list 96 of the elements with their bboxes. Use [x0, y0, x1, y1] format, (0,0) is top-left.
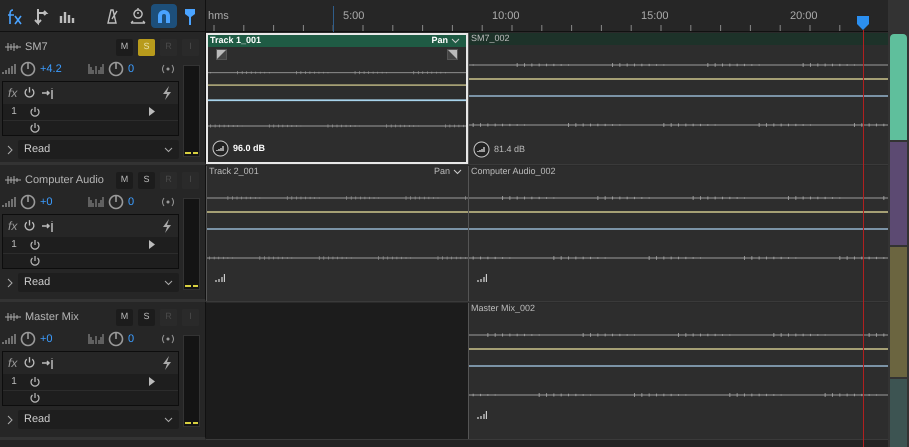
audio-clip[interactable]: Computer Audio_002 [468, 166, 888, 301]
fade-in-icon[interactable] [216, 49, 227, 60]
power-icon[interactable] [29, 106, 41, 118]
expand-chevron-icon[interactable] [6, 144, 14, 154]
knob-icon[interactable] [108, 194, 124, 210]
power-icon[interactable] [29, 122, 41, 134]
automation-dropdown[interactable]: Read [18, 410, 179, 429]
effect-slot[interactable]: 1 [3, 236, 178, 254]
clip-name: Computer Audio_002 [471, 165, 556, 178]
lightning-icon[interactable] [161, 218, 173, 233]
pan-icon [88, 64, 104, 74]
knob-icon[interactable] [20, 331, 36, 347]
power-icon[interactable] [29, 255, 41, 268]
track-name[interactable]: SM7 [25, 38, 116, 56]
time-label: 15:00 [641, 9, 669, 24]
playhead-marker-icon[interactable] [857, 16, 869, 30]
broadcast-icon [160, 197, 176, 207]
fx-label: fx [8, 354, 18, 372]
track-toggle-button[interactable]: M [116, 172, 133, 188]
gain-value[interactable]: 96.0 dB [233, 142, 266, 156]
lightning-icon[interactable] [161, 356, 173, 370]
track-toggle-button[interactable]: S [138, 308, 155, 326]
clip-name: SM7_002 [471, 32, 510, 46]
volume-value[interactable]: +0 [40, 194, 84, 210]
power-icon[interactable] [23, 86, 36, 100]
audio-clip[interactable]: Track 1_001 Pan 96.0 dB [206, 33, 468, 164]
track-toggle-button[interactable]: M [116, 308, 133, 326]
pan-icon [88, 334, 104, 344]
pan-value[interactable]: 0 [128, 194, 156, 210]
time-label: 20:00 [790, 9, 818, 24]
chevron-down-icon [164, 416, 173, 422]
knob-icon[interactable] [20, 61, 36, 77]
snap-tool-icon[interactable] [151, 4, 177, 28]
slot-number: 1 [10, 105, 18, 120]
audio-clip[interactable]: Master Mix_002 [468, 303, 888, 439]
pan-value[interactable]: 0 [128, 330, 156, 348]
fade-out-icon[interactable] [447, 49, 458, 60]
gain-value[interactable]: 81.4 dB [494, 142, 526, 156]
audio-clip[interactable]: Track 2_001 Pan [206, 166, 468, 301]
ruler-unit: hms [208, 9, 229, 24]
broadcast-icon [160, 334, 176, 344]
gain-icon[interactable] [477, 411, 487, 419]
fx-label: fx [8, 84, 18, 102]
chevron-down-icon [164, 146, 173, 152]
slot-number: 1 [10, 238, 18, 252]
chevron-down-icon [164, 280, 173, 286]
waveform-icon [5, 175, 21, 185]
clip-name: Master Mix_002 [471, 302, 536, 316]
pan-dropdown[interactable]: Pan [434, 165, 462, 179]
gain-icon[interactable] [473, 141, 490, 158]
lightning-icon[interactable] [161, 86, 173, 100]
volume-icon [2, 197, 16, 207]
clip-name: Track 2_001 [209, 165, 259, 178]
knob-icon[interactable] [108, 331, 124, 347]
gain-icon[interactable] [477, 274, 487, 282]
overview-scrollbar[interactable] [888, 0, 909, 447]
volume-value[interactable]: +4.2 [40, 60, 84, 78]
waveform-icon [5, 42, 21, 52]
chevron-down-icon [453, 169, 462, 175]
gain-icon[interactable] [212, 140, 229, 157]
waveform-icon [5, 312, 21, 322]
broadcast-icon [160, 64, 176, 74]
time-label: 10:00 [492, 9, 520, 24]
expand-chevron-icon[interactable] [6, 414, 14, 424]
effect-slot[interactable]: 1 [3, 374, 178, 392]
pan-dropdown[interactable]: Pan [431, 34, 460, 48]
automation-dropdown[interactable]: Read [18, 140, 179, 159]
fx-label: fx [8, 218, 18, 235]
track-toggle-button[interactable]: M [116, 38, 133, 56]
audio-clip[interactable]: SM7_002 81.4 dB [468, 33, 888, 164]
power-icon[interactable] [23, 356, 36, 370]
volume-icon [2, 64, 16, 74]
pan-icon [88, 197, 104, 207]
power-icon[interactable] [29, 392, 41, 404]
power-icon[interactable] [23, 219, 36, 232]
track-name[interactable]: Master Mix [25, 308, 116, 326]
clip-name: Track 1_001 [210, 34, 262, 48]
volume-value[interactable]: +0 [40, 330, 84, 348]
automation-dropdown[interactable]: Read [18, 273, 179, 292]
track-toggle-button[interactable]: S [138, 172, 155, 188]
play-arrow-icon[interactable] [148, 107, 156, 116]
knob-icon[interactable] [108, 61, 124, 77]
knob-icon[interactable] [20, 194, 36, 210]
track-name[interactable]: Computer Audio [25, 172, 116, 188]
play-arrow-icon[interactable] [148, 377, 156, 386]
expand-chevron-icon[interactable] [6, 278, 14, 288]
volume-icon [2, 334, 16, 344]
power-icon[interactable] [29, 376, 41, 388]
chevron-down-icon [451, 38, 460, 44]
gain-icon[interactable] [215, 274, 225, 282]
pan-value[interactable]: 0 [128, 60, 156, 78]
play-arrow-icon[interactable] [148, 240, 156, 250]
power-icon[interactable] [29, 238, 41, 251]
effect-slot[interactable]: 1 [3, 104, 178, 122]
time-label: 5:00 [343, 9, 364, 24]
slot-number: 1 [10, 375, 18, 390]
